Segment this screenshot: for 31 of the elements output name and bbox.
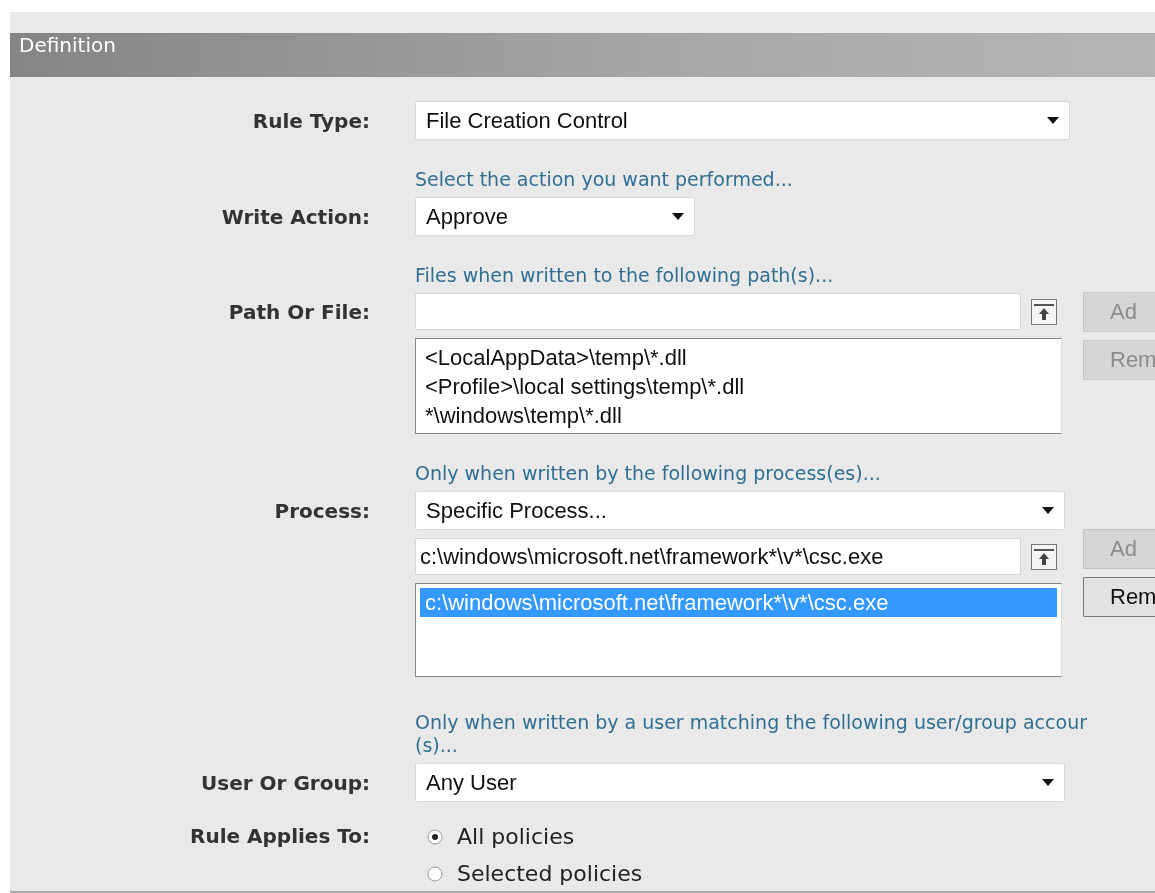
field-label: Rule Applies To: xyxy=(189,824,370,848)
dropdown-arrow-icon xyxy=(1047,117,1059,124)
dropdown-arrow-icon xyxy=(672,213,684,220)
hint-text: Select the action you want performed... xyxy=(415,168,793,191)
hint-text: Only when written by the following process(es)... xyxy=(415,462,881,485)
dropdown-arrow-icon xyxy=(1042,779,1054,786)
hint-text: Files when written to the following path(s)... xyxy=(415,264,834,287)
section-header: Definition xyxy=(10,33,1155,77)
arrow-up-icon[interactable] xyxy=(1031,298,1057,325)
field-label: Rule Type: xyxy=(251,108,370,133)
dropdown-arrow-icon xyxy=(1042,507,1054,514)
write-action-dropdown[interactable]: Approve xyxy=(415,197,695,236)
radio-option[interactable]: Selected policies xyxy=(427,861,1065,886)
field-label: Write Action: xyxy=(220,204,370,229)
list-item[interactable]: <Profile>\local settings\temp\*.dll xyxy=(420,372,1057,401)
radio-option[interactable]: All policies xyxy=(427,824,1065,849)
field-label: Process: xyxy=(273,498,370,523)
hint-text: Only when written by a user matching the following user/group accour (s)... xyxy=(415,711,1087,757)
user-group-dropdown[interactable]: Any User xyxy=(415,763,1065,802)
side-button[interactable]: Rem xyxy=(1083,577,1155,617)
arrow-up-icon[interactable] xyxy=(1031,543,1057,570)
list-item[interactable]: <LocalAppData>\temp\*.dll xyxy=(420,343,1057,372)
path-input-field[interactable] xyxy=(415,293,1021,330)
rule-type-dropdown[interactable]: File Creation Control xyxy=(415,101,1070,140)
field-label: User Or Group: xyxy=(200,770,370,795)
radio-icon[interactable] xyxy=(427,865,443,882)
process-input-field[interactable]: c:\windows\microsoft.net\framework*\v*\csc.exe xyxy=(415,538,1021,575)
process-dropdown[interactable]: Specific Process... xyxy=(415,491,1065,530)
field-label: Path Or File: xyxy=(227,299,370,324)
list-item[interactable]: *\windows\temp\*.dll xyxy=(420,401,1057,430)
radio-icon[interactable] xyxy=(427,828,443,845)
